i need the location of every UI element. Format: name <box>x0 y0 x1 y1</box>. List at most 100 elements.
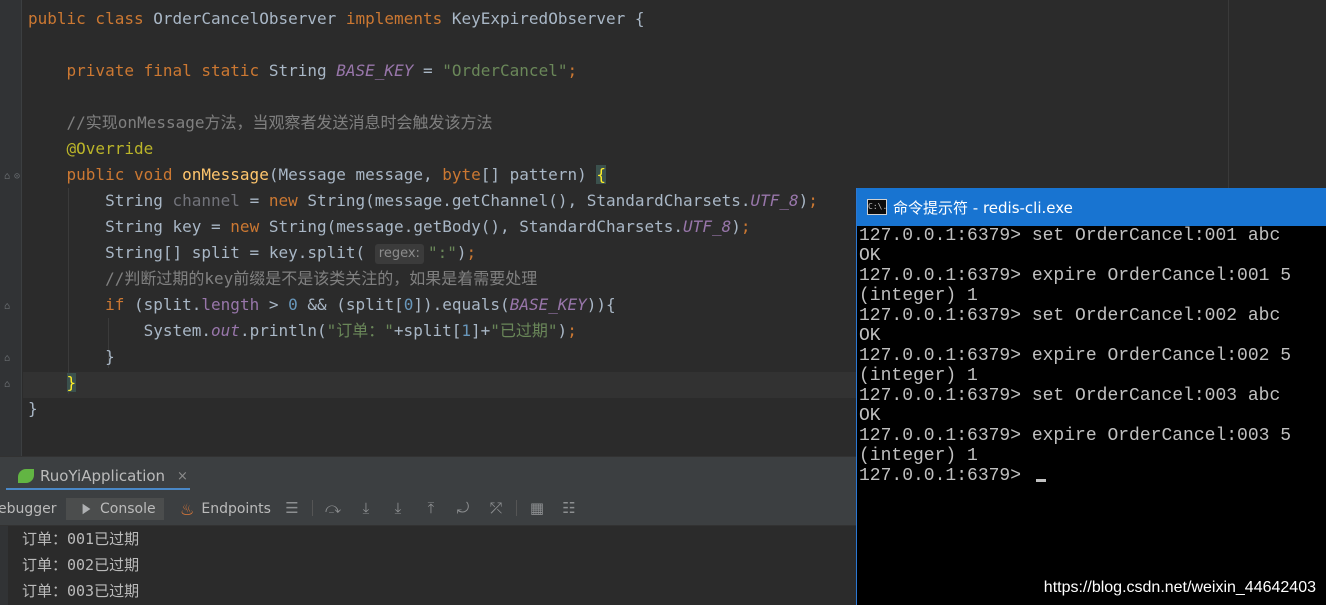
code-line[interactable]: } <box>28 370 818 396</box>
close-icon[interactable]: × <box>177 469 188 484</box>
cmd-prompt-line[interactable]: 127.0.0.1:6379> <box>859 466 1325 486</box>
code-token: ; <box>466 243 477 262</box>
fold-marker-icon[interactable]: ⌂ <box>2 301 12 313</box>
code-line[interactable]: System.out.println("订单："+split[1]+"已过期")… <box>28 318 818 344</box>
code-token: String <box>28 191 173 210</box>
step-into-icon[interactable]: ⤓ <box>387 498 409 518</box>
code-token: String <box>268 61 337 80</box>
step-over-icon[interactable]: ⤓ <box>355 498 377 518</box>
console-gutter <box>0 526 8 605</box>
run-config-tab[interactable]: RuoYiApplication × <box>18 464 188 488</box>
code-line[interactable]: String key = new String(message.getBody(… <box>28 214 818 240</box>
code-line[interactable]: private final static String BASE_KEY = "… <box>28 58 818 84</box>
cmd-line: OK <box>859 246 881 266</box>
override-gutter-icon[interactable]: ⊙ <box>12 171 22 183</box>
code-token: "已过期" <box>490 321 558 340</box>
code-token: "OrderCancel" <box>442 61 568 80</box>
fold-marker-icon[interactable]: ⌂ <box>2 171 12 183</box>
code-token: String key = <box>28 217 231 236</box>
trace-icon[interactable]: ☷ <box>558 498 580 518</box>
code-line[interactable]: //判断过期的key前缀是不是该类关注的，如果是着需要处理 <box>28 266 818 292</box>
code-token: KeyExpiredObserver { <box>451 9 645 28</box>
code-line[interactable]: public class OrderCancelObserver impleme… <box>28 6 818 32</box>
code-token: .println( <box>239 321 327 340</box>
code-token: ; <box>567 321 577 340</box>
tab-debugger[interactable]: ebugger <box>0 498 60 520</box>
code-token: //判断过期的key前缀是不是该类关注的，如果是着需要处理 <box>28 269 538 288</box>
code-token: byte <box>442 165 481 184</box>
code-token: String(message.getBody(), StandardCharse… <box>268 217 684 236</box>
tab-debugger-label: ebugger <box>0 501 57 517</box>
editor-gutter[interactable]: ⊙ ⌂ ⌂ ⌂ ⌂ <box>0 0 22 456</box>
show-execution-point-icon[interactable]: ⤼ <box>322 498 344 518</box>
code-line[interactable]: } <box>28 396 818 422</box>
code-line[interactable]: } <box>28 344 818 370</box>
code-token: { <box>596 165 606 184</box>
code-token: //实现onMessage方法，当观察者发送消息时会触发该方法 <box>28 113 493 132</box>
cmd-line: OK <box>859 406 881 426</box>
console-line: 订单：003已过期 <box>22 582 140 600</box>
code-token: String(message.getChannel(), StandardCha… <box>307 191 751 210</box>
code-line[interactable]: @Override <box>28 136 818 162</box>
cmd-line: 127.0.0.1:6379> set OrderCancel:002 abc <box>859 306 1281 326</box>
code-token: private final static <box>66 61 269 80</box>
spring-boot-icon <box>18 469 34 483</box>
cmd-title-bar[interactable]: C:\. 命令提示符 - redis-cli.exe <box>857 188 1326 226</box>
run-to-cursor-icon[interactable]: ⤾ <box>452 498 474 518</box>
toolbar-separator <box>516 500 517 516</box>
code-token: @Override <box>66 139 154 158</box>
code-line[interactable] <box>28 32 818 58</box>
code-token: "订单：" <box>326 321 394 340</box>
code-line[interactable]: public void onMessage(Message message, b… <box>28 162 818 188</box>
code-token: = <box>413 61 443 80</box>
tab-endpoints[interactable]: ♨ Endpoints <box>180 498 271 520</box>
code-line[interactable]: if (split.length > 0 && (split[0]).equal… <box>28 292 818 318</box>
endpoints-icon: ♨ <box>180 499 195 519</box>
fold-end-marker-icon[interactable]: ⌂ <box>2 353 12 365</box>
code-token: 0 <box>288 295 298 314</box>
text-cursor <box>1035 479 1046 482</box>
fold-end-marker-icon[interactable]: ⌂ <box>2 379 12 391</box>
code-token: +split[ <box>393 321 462 340</box>
code-token: onMessage <box>182 165 269 184</box>
cmd-window[interactable]: C:\. 命令提示符 - redis-cli.exe 127.0.0.1:637… <box>856 188 1326 605</box>
tab-console-label: Console <box>100 501 156 517</box>
code-token: } <box>66 373 77 392</box>
code-line[interactable]: //实现onMessage方法，当观察者发送消息时会触发该方法 <box>28 110 818 136</box>
code-token: channel <box>172 191 240 210</box>
console-line: 订单：001已过期 <box>22 530 140 548</box>
console-output[interactable]: 订单：001已过期 订单：002已过期 订单：003已过期 <box>0 526 860 605</box>
step-out-icon[interactable]: ⤒ <box>420 498 442 518</box>
run-toolbar: ebugger Console ♨ Endpoints ☰ ⤼ ⤓ ⤓ ⤒ ⤾ … <box>0 490 860 526</box>
code-token: )){ <box>586 295 616 314</box>
evaluate-icon[interactable]: ⤱ <box>485 498 507 518</box>
cmd-line: (integer) 1 <box>859 446 978 466</box>
code-line[interactable]: String[] split = key.split( regex: ":"); <box>28 240 818 266</box>
code-token: } <box>28 347 115 366</box>
cmd-line: 127.0.0.1:6379> expire OrderCancel:001 5 <box>859 266 1292 286</box>
code-line[interactable]: String channel = new String(message.getC… <box>28 188 818 214</box>
cmd-prompt: 127.0.0.1:6379> <box>859 466 1032 486</box>
code-token: UTF_8 <box>683 217 732 236</box>
calculator-icon[interactable]: ▦ <box>526 498 548 518</box>
console-icon <box>82 503 91 515</box>
run-config-name: RuoYiApplication <box>40 467 166 485</box>
cmd-terminal[interactable]: 127.0.0.1:6379> set OrderCancel:001 abc … <box>859 226 1325 486</box>
tab-console[interactable]: Console <box>66 498 164 520</box>
code-token: public void <box>66 165 183 184</box>
code-token: ; <box>567 61 578 80</box>
code-line[interactable] <box>28 84 818 110</box>
code-token: ; <box>808 191 818 210</box>
code-token: (Message message, <box>268 165 443 184</box>
code-content[interactable]: public class OrderCancelObserver impleme… <box>28 6 818 422</box>
code-token: ":" <box>427 243 457 262</box>
menu-icon[interactable]: ☰ <box>281 498 303 518</box>
cmd-app-icon: C:\. <box>867 199 887 215</box>
cmd-line: 127.0.0.1:6379> expire OrderCancel:003 5 <box>859 426 1292 446</box>
cmd-line: 127.0.0.1:6379> set OrderCancel:003 abc <box>859 386 1281 406</box>
code-token: BASE_KEY <box>509 295 587 314</box>
